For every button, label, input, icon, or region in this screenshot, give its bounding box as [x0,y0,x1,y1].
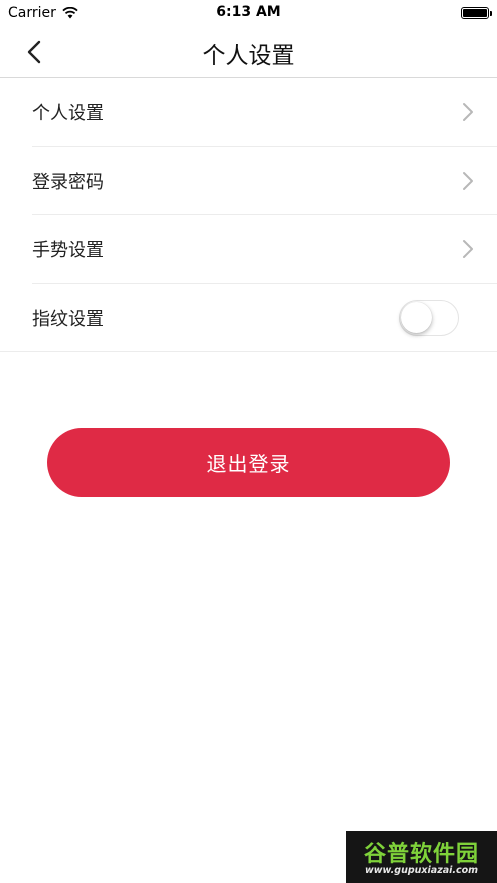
battery-icon [461,7,492,19]
status-bar: Carrier 6:13 AM [0,0,497,26]
chevron-right-icon [463,103,473,122]
watermark-url: www.gupuxiazai.com [364,865,479,876]
status-time: 6:13 AM [216,4,281,20]
settings-item-label: 登录密码 [32,171,104,193]
toggle-knob [401,301,432,333]
settings-item-gesture[interactable]: 手势设置 [0,215,497,284]
settings-item-label: 手势设置 [32,240,104,262]
watermark-brand: 谷普软件园 [363,842,479,867]
screen: Carrier 6:13 AM 个人设置 个人设置 登录密码 手势设置 指纹设置… [0,0,497,883]
row-divider [0,351,497,352]
chevron-right-icon [463,240,473,259]
settings-item-label: 个人设置 [32,103,104,125]
fingerprint-toggle[interactable] [399,299,459,336]
settings-list: 个人设置 登录密码 手势设置 指纹设置 [0,78,497,352]
page-title: 个人设置 [202,43,295,69]
settings-item-profile[interactable]: 个人设置 [0,78,497,147]
logout-button[interactable]: 退出登录 [47,428,450,497]
settings-item-label: 指纹设置 [32,308,104,330]
battery-fill [463,9,487,17]
settings-item-fingerprint: 指纹设置 [0,284,497,352]
settings-item-login-password[interactable]: 登录密码 [0,147,497,215]
nav-bar: 个人设置 [0,26,497,78]
chevron-right-icon [463,171,473,190]
watermark-logo: 谷普软件园 www.gupuxiazai.com [346,831,497,883]
